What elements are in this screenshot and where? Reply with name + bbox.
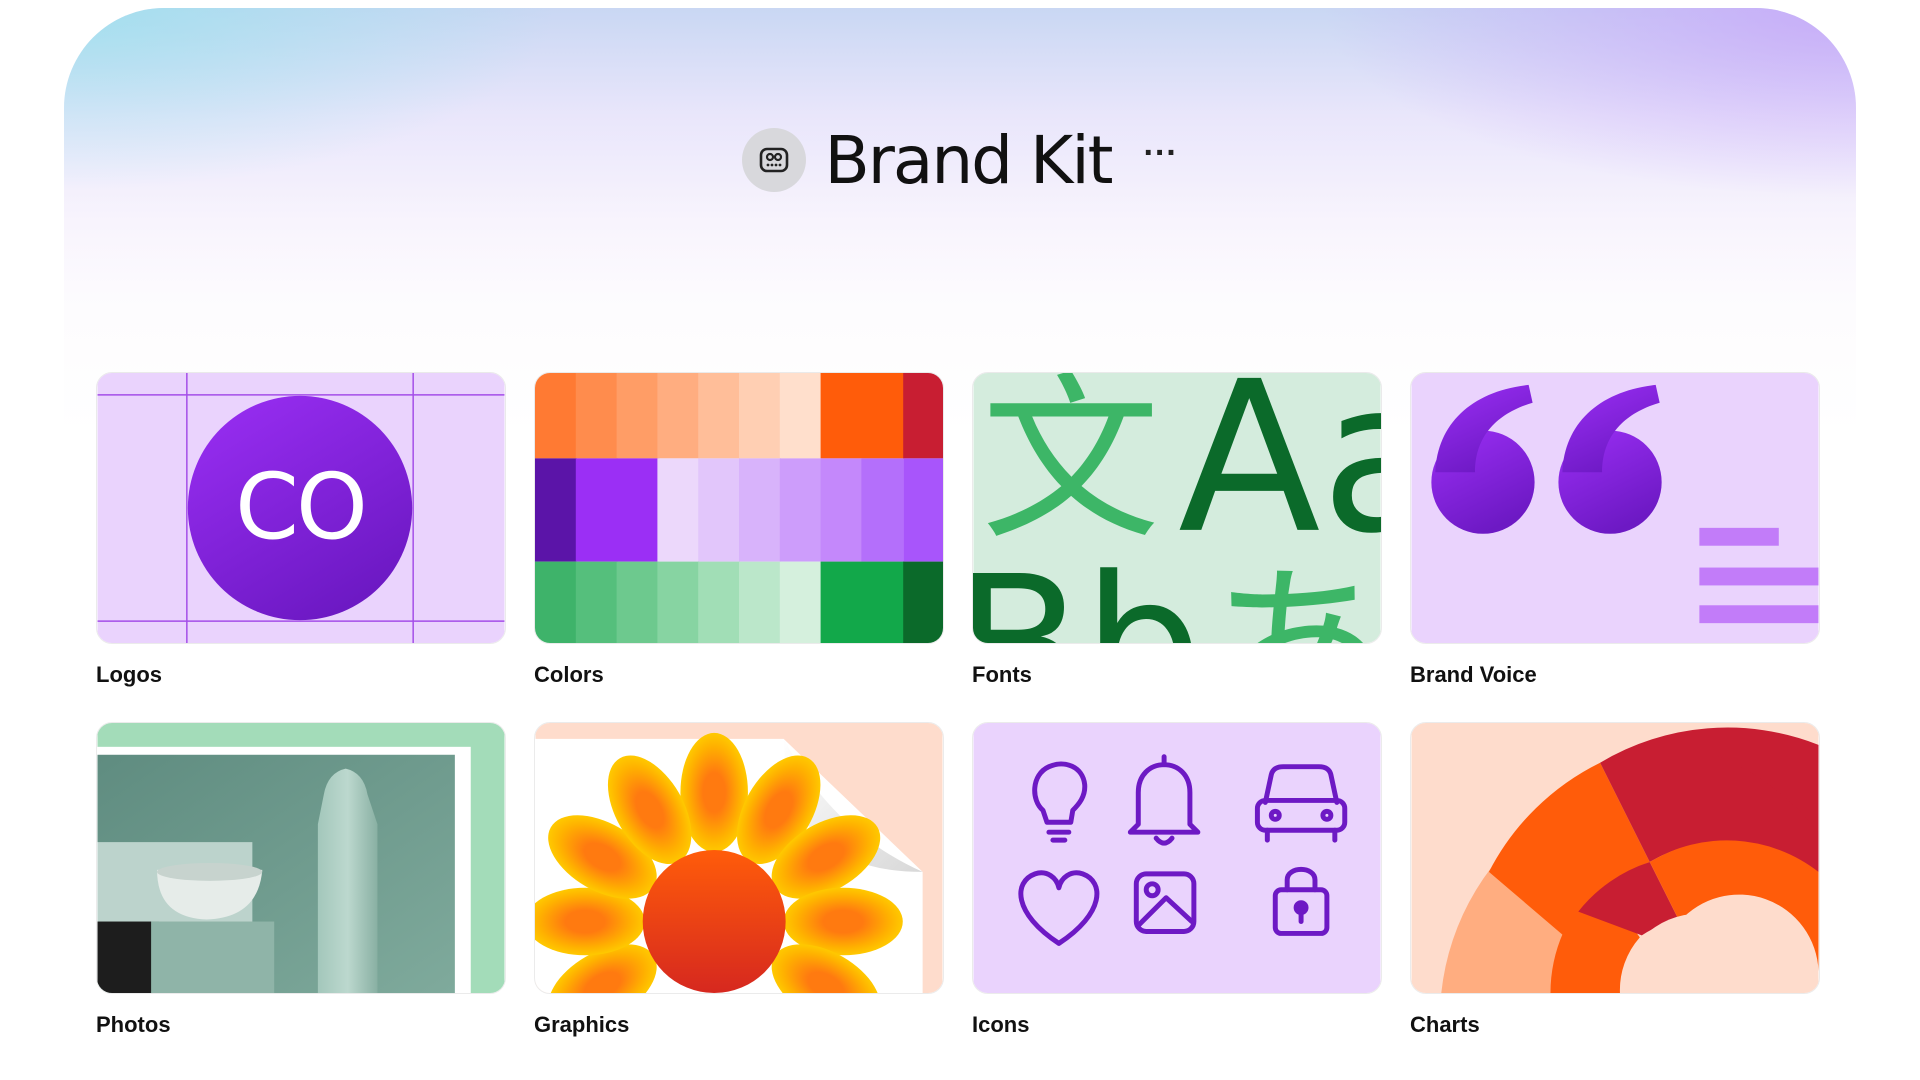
graphics-thumbnail	[535, 723, 943, 993]
charts-thumbnail	[1411, 723, 1819, 993]
page-header: Brand Kit ···	[64, 120, 1856, 200]
icons-label: Icons	[972, 1012, 1030, 1037]
icons-card[interactable]	[972, 722, 1382, 994]
kana-glyph: あ	[1204, 546, 1381, 643]
photos-thumbnail	[97, 723, 505, 993]
colors-thumbnail	[535, 373, 943, 643]
colors-card[interactable]	[534, 372, 944, 644]
logos-thumbnail: CO	[97, 373, 505, 643]
logos-card[interactable]: CO	[96, 372, 506, 644]
photos-card[interactable]	[96, 722, 506, 994]
icons-thumbnail	[973, 723, 1381, 993]
photos-label: Photos	[96, 1012, 171, 1037]
fonts-thumbnail: 文 Aa Bb あ	[973, 373, 1381, 643]
charts-label: Charts	[1410, 1012, 1480, 1037]
brand-voice-label: Brand Voice	[1410, 662, 1537, 687]
brand-kit-panel: Brand Kit ··· CO Logos Colors 文 A Fonts …	[64, 8, 1856, 1080]
brand-kit-icon	[742, 128, 807, 192]
fonts-card[interactable]: 文 Aa Bb あ	[972, 372, 1382, 644]
fonts-label: Fonts	[972, 662, 1032, 687]
more-options-button[interactable]: ···	[1144, 136, 1178, 184]
latin-glyph-2: Bb	[973, 537, 1203, 644]
page-title: Brand Kit	[824, 121, 1113, 199]
graphics-label: Graphics	[534, 1012, 630, 1037]
charts-card[interactable]	[1410, 722, 1820, 994]
brand-voice-thumbnail	[1411, 373, 1819, 643]
logos-label: Logos	[96, 662, 162, 687]
brand-voice-card[interactable]	[1410, 372, 1820, 644]
colors-label: Colors	[534, 662, 604, 687]
graphics-card[interactable]	[534, 722, 944, 994]
logo-monogram: CO	[235, 453, 365, 560]
